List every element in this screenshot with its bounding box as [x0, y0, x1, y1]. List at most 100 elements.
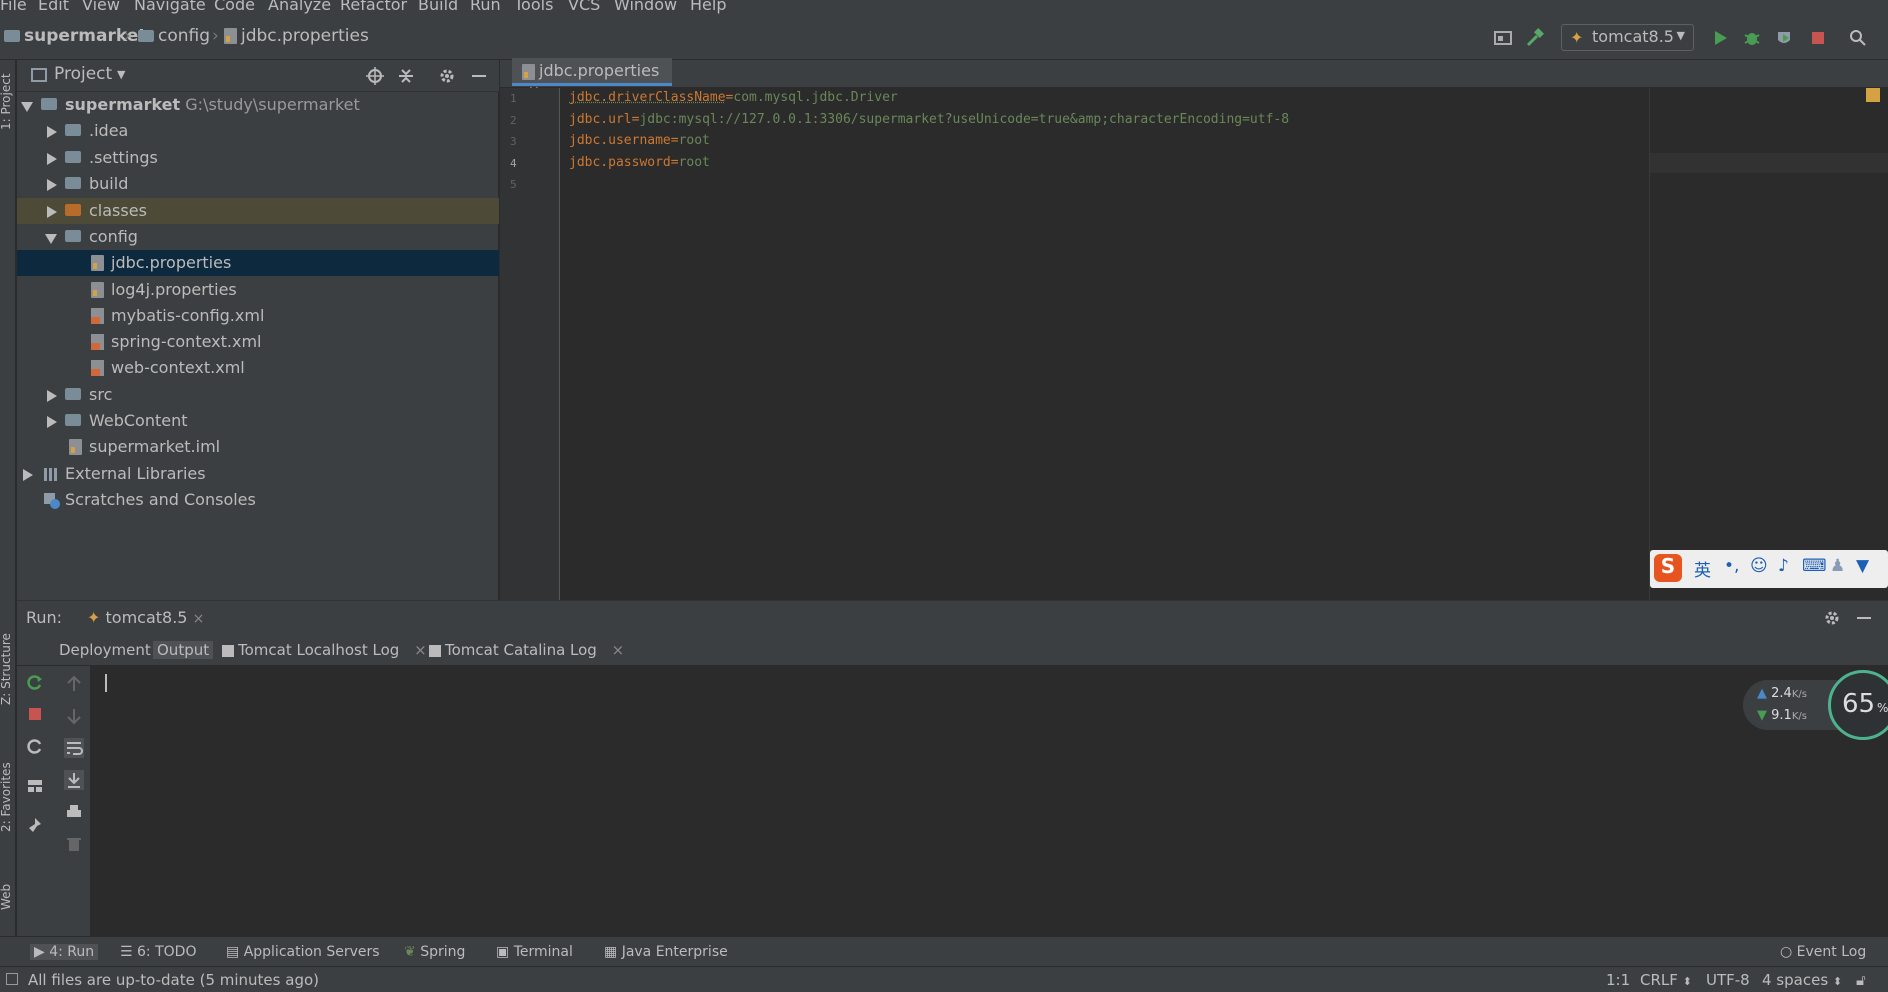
gear-icon[interactable]	[1822, 608, 1842, 628]
tool-run[interactable]: ▶ 4: Run	[30, 944, 99, 960]
chevron-down-icon[interactable]: ▼	[117, 68, 125, 81]
menu-code[interactable]: Code	[214, 0, 255, 14]
menu-window[interactable]: Window	[614, 0, 677, 14]
upload-unit: K/s	[1791, 689, 1807, 700]
tree-node-idea[interactable]: .idea	[17, 118, 499, 144]
warning-marker-icon[interactable]	[1866, 88, 1880, 102]
line-separator-selector[interactable]: CRLF ⬍	[1640, 971, 1692, 989]
ime-mode-toggle[interactable]: 英	[1694, 556, 1711, 581]
build-hammer-icon[interactable]	[1525, 28, 1545, 48]
soft-wrap-icon[interactable]	[64, 738, 84, 758]
menu-refactor[interactable]: Refactor	[340, 0, 407, 14]
search-icon[interactable]	[1848, 28, 1868, 48]
update-icon[interactable]	[25, 736, 45, 756]
indent-selector[interactable]: 4 spaces ⬍	[1762, 971, 1842, 989]
tool-terminal[interactable]: ▣ Terminal	[496, 944, 573, 960]
close-icon[interactable]: ×	[612, 641, 625, 659]
project-panel-title[interactable]: Project	[54, 64, 112, 84]
caret-position[interactable]: 1:1	[1606, 971, 1630, 989]
coverage-icon[interactable]	[1774, 28, 1794, 48]
tree-node-log4j-properties[interactable]: log4j.properties	[17, 277, 499, 303]
tree-node-external-libraries[interactable]: External Libraries	[17, 461, 499, 487]
punctuation-icon[interactable]: •,	[1724, 556, 1739, 576]
code-editor[interactable]: jdbc.driverClassName=com.mysql.jdbc.Driv…	[561, 88, 1649, 600]
stripe-structure[interactable]: Z: Structure	[0, 633, 13, 705]
encoding-selector[interactable]: UTF-8	[1706, 971, 1750, 989]
java-enterprise-icon: ▦	[604, 944, 618, 960]
tab-tomcat-localhost-log[interactable]: Tomcat Localhost Log ×	[222, 641, 427, 659]
project-structure-icon[interactable]	[1493, 28, 1513, 48]
menu-analyze[interactable]: Analyze	[268, 0, 331, 14]
microphone-icon[interactable]: ♪	[1778, 556, 1789, 576]
stop-icon[interactable]	[1808, 28, 1828, 48]
breadcrumb-file[interactable]: jdbc.properties	[224, 26, 369, 46]
tree-node-supermarket-iml[interactable]: supermarket.iml	[17, 434, 499, 460]
pin-icon[interactable]	[25, 816, 45, 836]
menu-navigate[interactable]: Navigate	[134, 0, 206, 14]
editor-tab-jdbc-properties[interactable]: jdbc.properties ×	[512, 58, 672, 99]
menu-view[interactable]: View	[82, 0, 120, 14]
layout-icon[interactable]	[25, 776, 45, 796]
locate-icon[interactable]	[365, 66, 385, 86]
menu-build[interactable]: Build	[418, 0, 458, 14]
scratches-icon	[44, 493, 60, 509]
minimize-icon[interactable]	[1854, 608, 1874, 628]
tool-application-servers[interactable]: ▤ Application Servers	[226, 944, 380, 960]
arrow-down-icon[interactable]	[64, 706, 84, 726]
tree-node-classes[interactable]: classes	[17, 198, 499, 224]
tree-node-webcontent[interactable]: WebContent	[17, 408, 499, 434]
collapse-all-icon[interactable]	[396, 66, 416, 86]
tool-event-log[interactable]: ○ Event Log	[1780, 944, 1866, 960]
menu-run[interactable]: Run	[470, 0, 501, 14]
run-icon[interactable]	[1710, 28, 1730, 48]
debug-icon[interactable]	[1742, 28, 1762, 48]
print-icon[interactable]	[64, 802, 84, 822]
tree-node-scratches[interactable]: Scratches and Consoles	[17, 487, 499, 513]
trash-icon[interactable]	[64, 834, 84, 854]
menu-edit[interactable]: Edit	[38, 0, 69, 14]
toggle-tool-windows-icon[interactable]	[6, 973, 18, 985]
gear-icon[interactable]	[437, 66, 457, 86]
tree-node-spring-context[interactable]: spring-context.xml	[17, 329, 499, 355]
tree-node-mybatis-config[interactable]: mybatis-config.xml	[17, 303, 499, 329]
tree-node-jdbc-properties[interactable]: jdbc.properties	[17, 250, 499, 276]
stripe-favorites[interactable]: 2: Favorites	[0, 762, 13, 832]
scroll-to-end-icon[interactable]	[64, 770, 84, 790]
tab-deployment[interactable]: Deployment	[59, 641, 151, 659]
tool-java-enterprise[interactable]: ▦ Java Enterprise	[604, 944, 728, 960]
status-message[interactable]: All files are up-to-date (5 minutes ago)	[28, 971, 319, 989]
tree-node-supermarket[interactable]: supermarket G:\study\supermarket	[17, 92, 499, 118]
console-output[interactable]	[91, 666, 1888, 936]
emoji-icon[interactable]: ☺	[1750, 556, 1768, 576]
stripe-web[interactable]: Web	[0, 884, 13, 910]
breadcrumb-folder[interactable]: config	[138, 26, 210, 46]
keyboard-icon[interactable]: ⌨	[1802, 556, 1827, 576]
stop-icon[interactable]	[25, 704, 45, 724]
tree-node-web-context[interactable]: web-context.xml	[17, 355, 499, 381]
tool-todo[interactable]: ☰ 6: TODO	[120, 944, 196, 960]
tree-node-src[interactable]: src	[17, 382, 499, 408]
tree-node-build[interactable]: build	[17, 171, 499, 197]
tab-output[interactable]: Output	[153, 641, 214, 659]
minimize-icon[interactable]	[469, 66, 489, 86]
tree-node-label: mybatis-config.xml	[111, 306, 265, 325]
menu-tools[interactable]: Tools	[514, 0, 553, 14]
menu-help[interactable]: Help	[690, 0, 726, 14]
close-icon[interactable]: ×	[193, 611, 205, 627]
tree-node-config[interactable]: config	[17, 224, 499, 250]
tab-tomcat-catalina-log[interactable]: Tomcat Catalina Log ×	[429, 641, 624, 659]
stripe-project[interactable]: 1: Project	[0, 73, 13, 130]
tree-node-settings[interactable]: .settings	[17, 145, 499, 171]
skin-icon[interactable]: ▼	[1856, 556, 1869, 576]
rerun-icon[interactable]	[25, 672, 45, 692]
menu-file[interactable]: File	[0, 0, 27, 14]
run-configuration-select[interactable]: ✦ tomcat8.5 ▼	[1561, 24, 1694, 51]
run-config-tab[interactable]: ✦ tomcat8.5 ×	[87, 608, 204, 627]
arrow-up-icon[interactable]	[64, 674, 84, 694]
tool-spring[interactable]: ❦ Spring	[404, 944, 465, 960]
lock-icon[interactable]: 🔓︎	[1856, 971, 1866, 989]
close-icon[interactable]: ×	[414, 641, 427, 659]
menu-vcs[interactable]: VCS	[568, 0, 600, 14]
user-icon[interactable]: ♟	[1830, 556, 1845, 576]
properties-file-icon	[224, 28, 237, 44]
